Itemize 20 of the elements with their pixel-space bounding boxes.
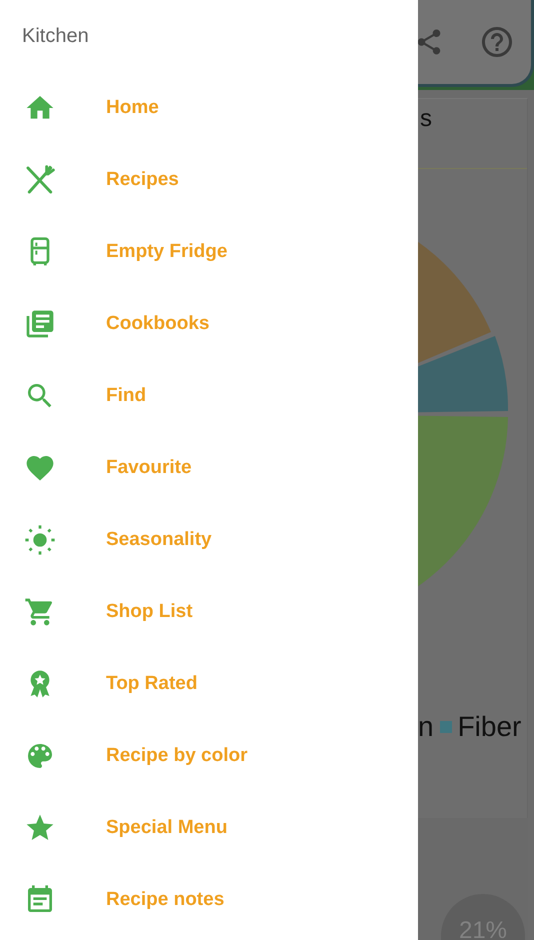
legend-label: n	[418, 711, 434, 743]
menu-item[interactable]: Special Menu	[0, 792, 418, 864]
menu-item[interactable]: Cookbooks	[0, 288, 418, 360]
menu-item[interactable]: Find	[0, 360, 418, 432]
menu-item[interactable]: Seasonality	[0, 504, 418, 576]
menu-item[interactable]: Recipe by color	[0, 720, 418, 792]
menu-item[interactable]: Home	[0, 72, 418, 144]
menu-item[interactable]: Empty Fridge	[0, 216, 418, 288]
card-title: s	[418, 99, 527, 169]
menu-item[interactable]: Recipes	[0, 144, 418, 216]
sun-icon	[24, 524, 56, 556]
menu-item[interactable]: Top Rated	[0, 648, 418, 720]
drawer-title: Kitchen	[21, 24, 90, 48]
menu-item[interactable]: Recipe notes	[0, 864, 418, 936]
books-icon	[24, 308, 56, 340]
menu-item[interactable]: Shop List	[0, 576, 418, 648]
legend-label: Fiber	[458, 711, 522, 743]
menu-item[interactable]: Favourite	[0, 432, 418, 504]
help-icon	[479, 24, 515, 60]
fork-and-knife-icon	[24, 164, 56, 196]
